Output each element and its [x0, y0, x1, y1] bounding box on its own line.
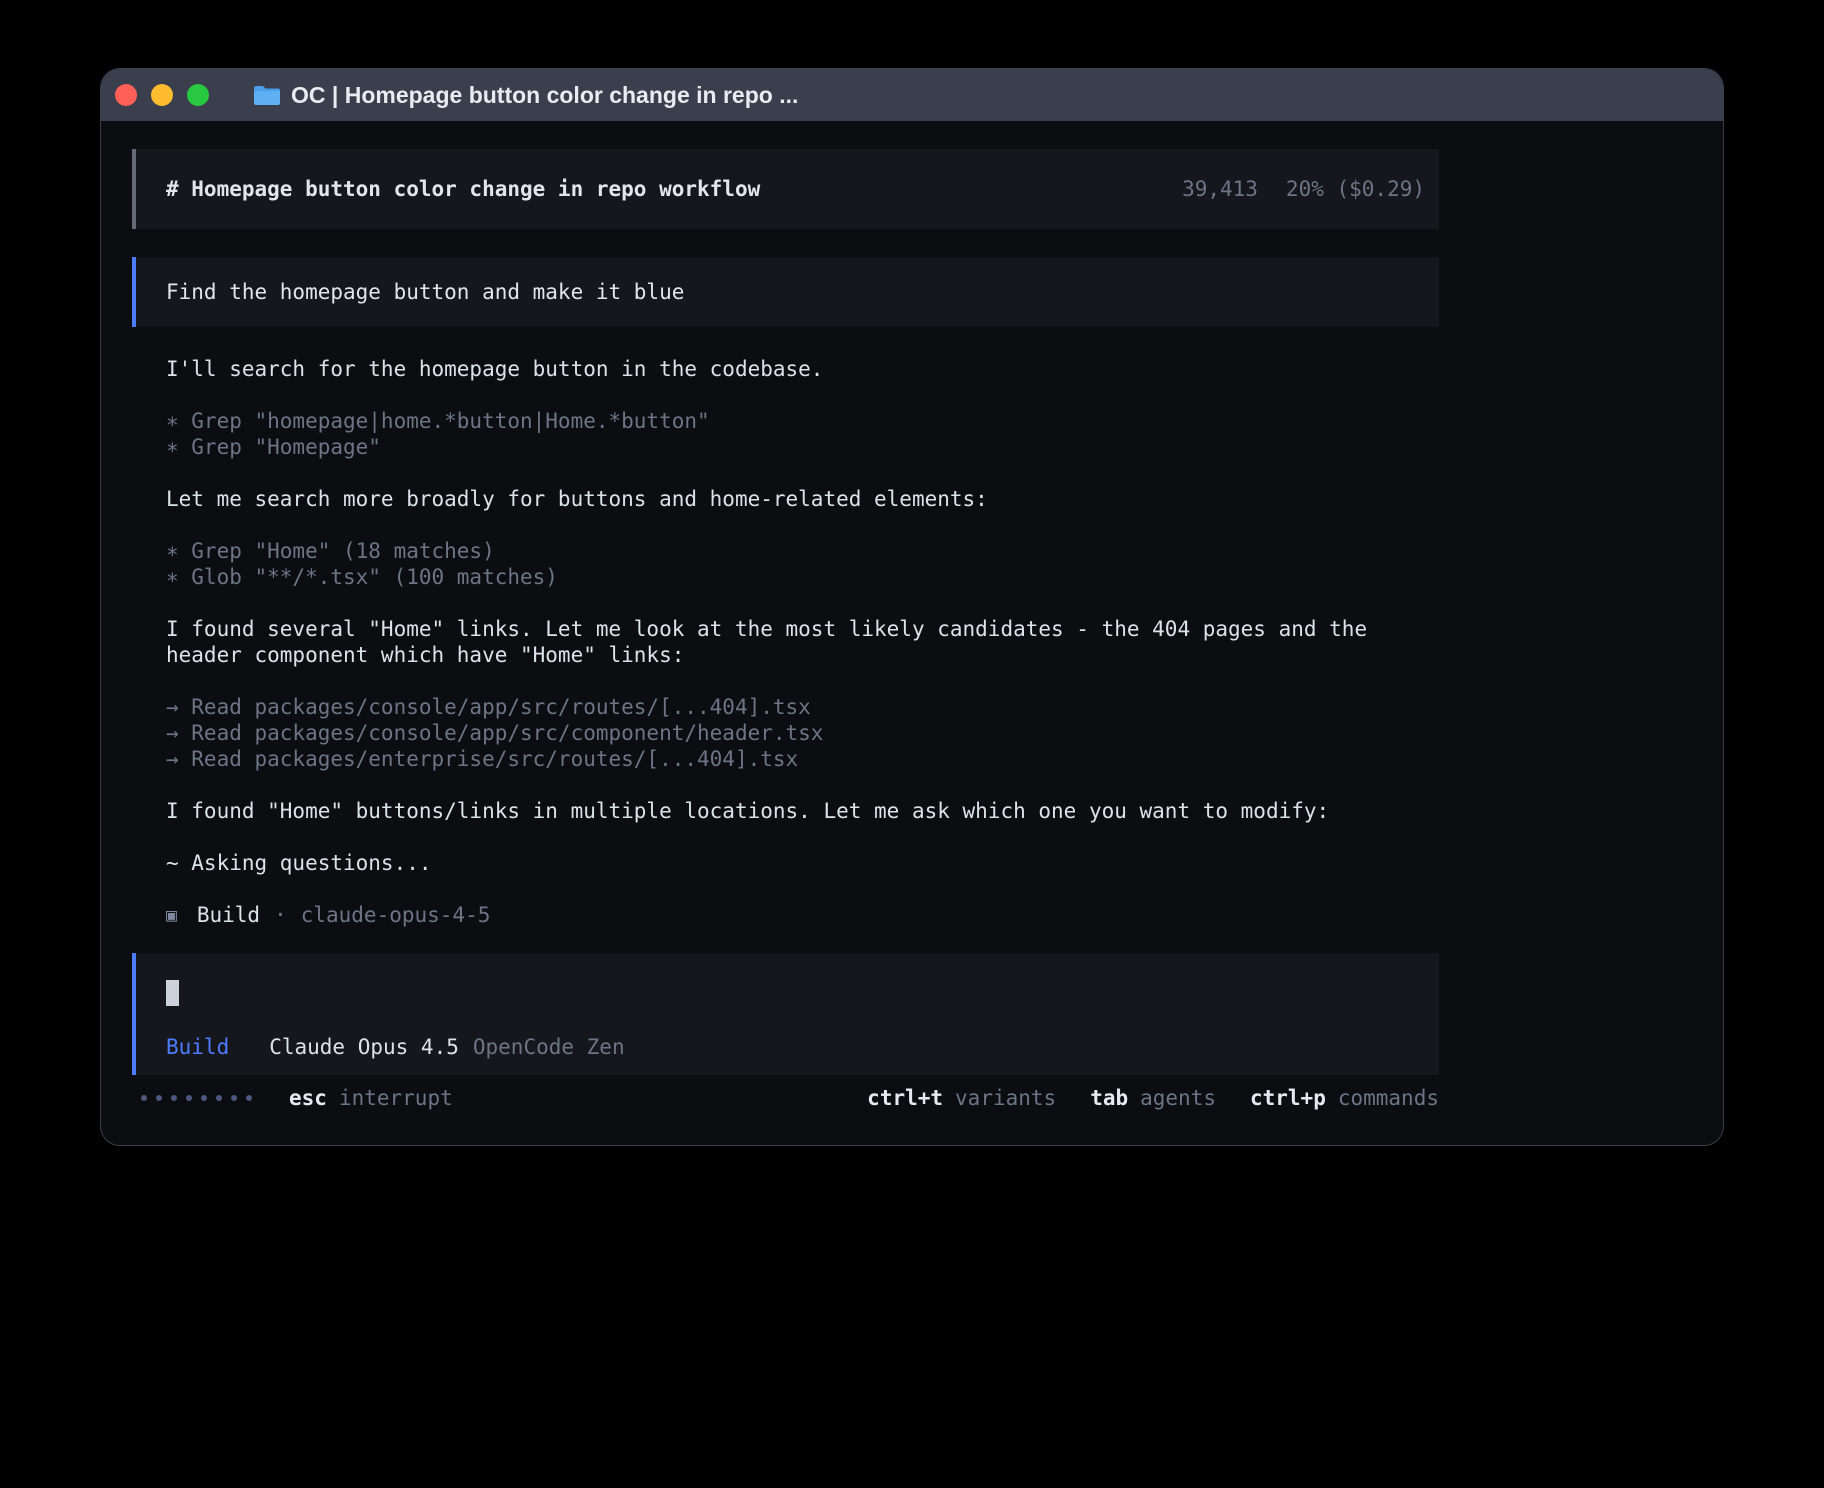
close-button[interactable]: [115, 84, 137, 106]
shortcut-key: ctrl+t: [867, 1086, 943, 1110]
agent-icon: ▣: [166, 905, 177, 926]
spinner-dot: [231, 1095, 237, 1101]
transcript-block: ∗ Grep "homepage|home.*button|Home.*butt…: [166, 408, 1439, 460]
status-left: esc interrupt: [132, 1086, 453, 1110]
transcript-line: I found several "Home" links. Let me loo…: [166, 616, 1439, 642]
interrupt-label: interrupt: [339, 1086, 453, 1110]
transcript-block: I found "Home" buttons/links in multiple…: [166, 798, 1439, 824]
transcript-line: ∗ Grep "Homepage": [166, 434, 1439, 460]
spinner-dot: [246, 1095, 252, 1101]
spinner-dot: [216, 1095, 222, 1101]
shortcut-label: agents: [1140, 1086, 1216, 1110]
window-titlebar[interactable]: OC | Homepage button color change in rep…: [101, 69, 1723, 121]
transcript-block: Let me search more broadly for buttons a…: [166, 486, 1439, 512]
transcript-line: I'll search for the homepage button in t…: [166, 356, 1439, 382]
agent-status-line: ▣ Build · claude-opus-4-5: [132, 902, 1439, 928]
input-meta: Build Claude Opus 4.5 OpenCode Zen: [166, 1035, 1425, 1059]
terminal-window: OC | Homepage button color change in rep…: [100, 68, 1724, 1146]
transcript-line: ∗ Glob "**/*.tsx" (100 matches): [166, 564, 1439, 590]
transcript-line: header component which have "Home" links…: [166, 642, 1439, 668]
folder-icon: [253, 84, 281, 106]
spinner-dots: [141, 1095, 261, 1101]
session-title: # Homepage button color change in repo w…: [166, 177, 760, 201]
transcript: I'll search for the homepage button in t…: [132, 356, 1439, 876]
agent-model: claude-opus-4-5: [301, 903, 491, 927]
spinner-dot: [171, 1095, 177, 1101]
minimize-button[interactable]: [151, 84, 173, 106]
shortcut-label: variants: [955, 1086, 1056, 1110]
terminal-content: # Homepage button color change in repo w…: [101, 121, 1439, 1111]
transcript-block: I'll search for the homepage button in t…: [166, 356, 1439, 382]
statusbar-shortcuts: ctrl+t variants tab agents ctrl+p commands: [833, 1086, 1439, 1110]
input-provider-label: OpenCode Zen: [473, 1035, 625, 1059]
shortcut-agents: tab agents: [1090, 1086, 1216, 1110]
token-count: 39,413: [1182, 177, 1258, 201]
transcript-line: I found "Home" buttons/links in multiple…: [166, 798, 1439, 824]
agent-separator: ·: [274, 903, 287, 927]
transcript-block: ∗ Grep "Home" (18 matches)∗ Glob "**/*.t…: [166, 538, 1439, 590]
transcript-line: → Read packages/enterprise/src/routes/[.…: [166, 746, 1439, 772]
window-title: OC | Homepage button color change in rep…: [291, 82, 798, 109]
spinner-dot: [156, 1095, 162, 1101]
transcript-line: ∗ Grep "homepage|home.*button|Home.*butt…: [166, 408, 1439, 434]
agent-name: Build: [197, 903, 260, 927]
shortcut-commands: ctrl+p commands: [1250, 1086, 1439, 1110]
transcript-line: ∗ Grep "Home" (18 matches): [166, 538, 1439, 564]
user-message: Find the homepage button and make it blu…: [132, 257, 1439, 327]
spinner-dot: [186, 1095, 192, 1101]
session-header: # Homepage button color change in repo w…: [132, 149, 1439, 229]
shortcut-label: commands: [1338, 1086, 1439, 1110]
transcript-line: → Read packages/console/app/src/componen…: [166, 720, 1439, 746]
text-cursor: [166, 980, 179, 1006]
transcript-line: → Read packages/console/app/src/routes/[…: [166, 694, 1439, 720]
transcript-line: ~ Asking questions...: [166, 850, 1439, 876]
spinner-dot: [141, 1095, 147, 1101]
input-model-label[interactable]: Claude Opus 4.5: [269, 1035, 459, 1059]
transcript-block: → Read packages/console/app/src/routes/[…: [166, 694, 1439, 772]
interrupt-key: esc: [289, 1086, 327, 1110]
transcript-block: ~ Asking questions...: [166, 850, 1439, 876]
transcript-block: I found several "Home" links. Let me loo…: [166, 616, 1439, 668]
status-bar: esc interrupt ctrl+tvariantstabagentsctr…: [132, 1085, 1439, 1111]
zoom-button[interactable]: [187, 84, 209, 106]
context-usage: 20% ($0.29): [1286, 177, 1425, 201]
session-stats: 39,413 20% ($0.29): [1182, 177, 1425, 201]
user-message-text: Find the homepage button and make it blu…: [166, 280, 684, 304]
spinner-dot: [201, 1095, 207, 1101]
shortcut-variants: ctrl+t variants: [867, 1086, 1056, 1110]
input-mode-label[interactable]: Build: [166, 1035, 229, 1059]
shortcut-key: tab: [1090, 1086, 1128, 1110]
transcript-line: Let me search more broadly for buttons a…: [166, 486, 1439, 512]
shortcut-key: ctrl+p: [1250, 1086, 1326, 1110]
prompt-input[interactable]: Build Claude Opus 4.5 OpenCode Zen: [132, 953, 1439, 1075]
